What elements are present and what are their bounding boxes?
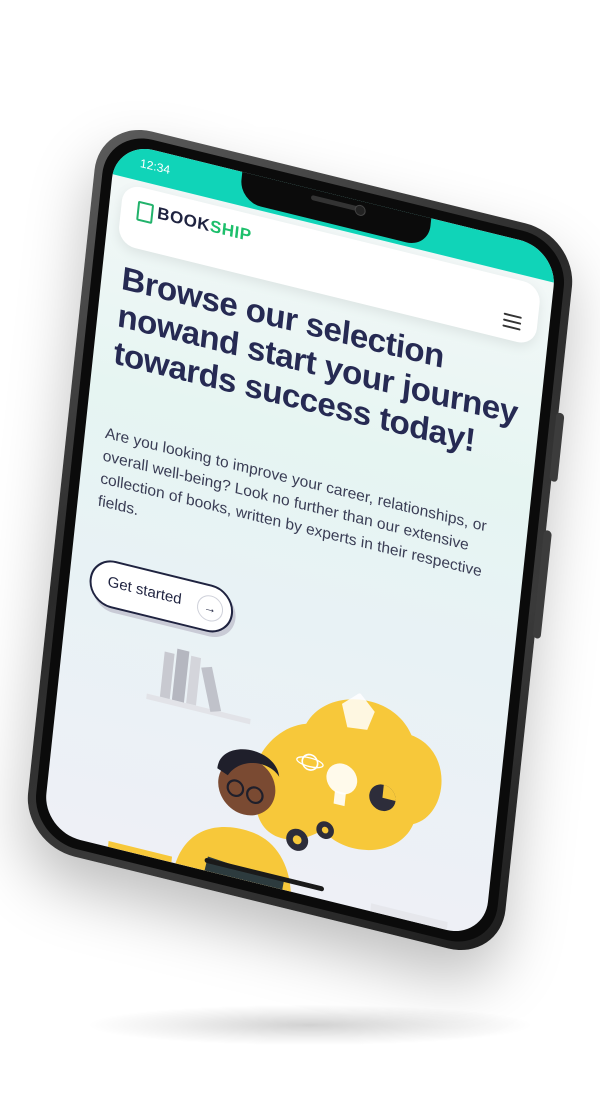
get-started-button[interactable]: Get started →	[87, 555, 236, 638]
mockup-stage: 12:34 BOOKSHIP Browse our selection nowa…	[0, 0, 600, 1100]
logo-text-book: BOOK	[156, 203, 212, 236]
front-camera	[354, 203, 367, 218]
book-icon	[136, 200, 155, 225]
phone-mockup: 12:34 BOOKSHIP Browse our selection nowa…	[22, 118, 578, 962]
bookshelf	[146, 647, 251, 725]
phone-screen: 12:34 BOOKSHIP Browse our selection nowa…	[42, 140, 558, 940]
floor-shadow	[90, 1005, 530, 1045]
status-time: 12:34	[139, 156, 171, 178]
logo-text-ship: SHIP	[209, 216, 253, 246]
get-started-label: Get started	[106, 573, 183, 609]
hamburger-menu-icon[interactable]	[502, 312, 522, 331]
arrow-right-icon: →	[195, 592, 225, 625]
brand-logo[interactable]: BOOKSHIP	[156, 204, 252, 247]
